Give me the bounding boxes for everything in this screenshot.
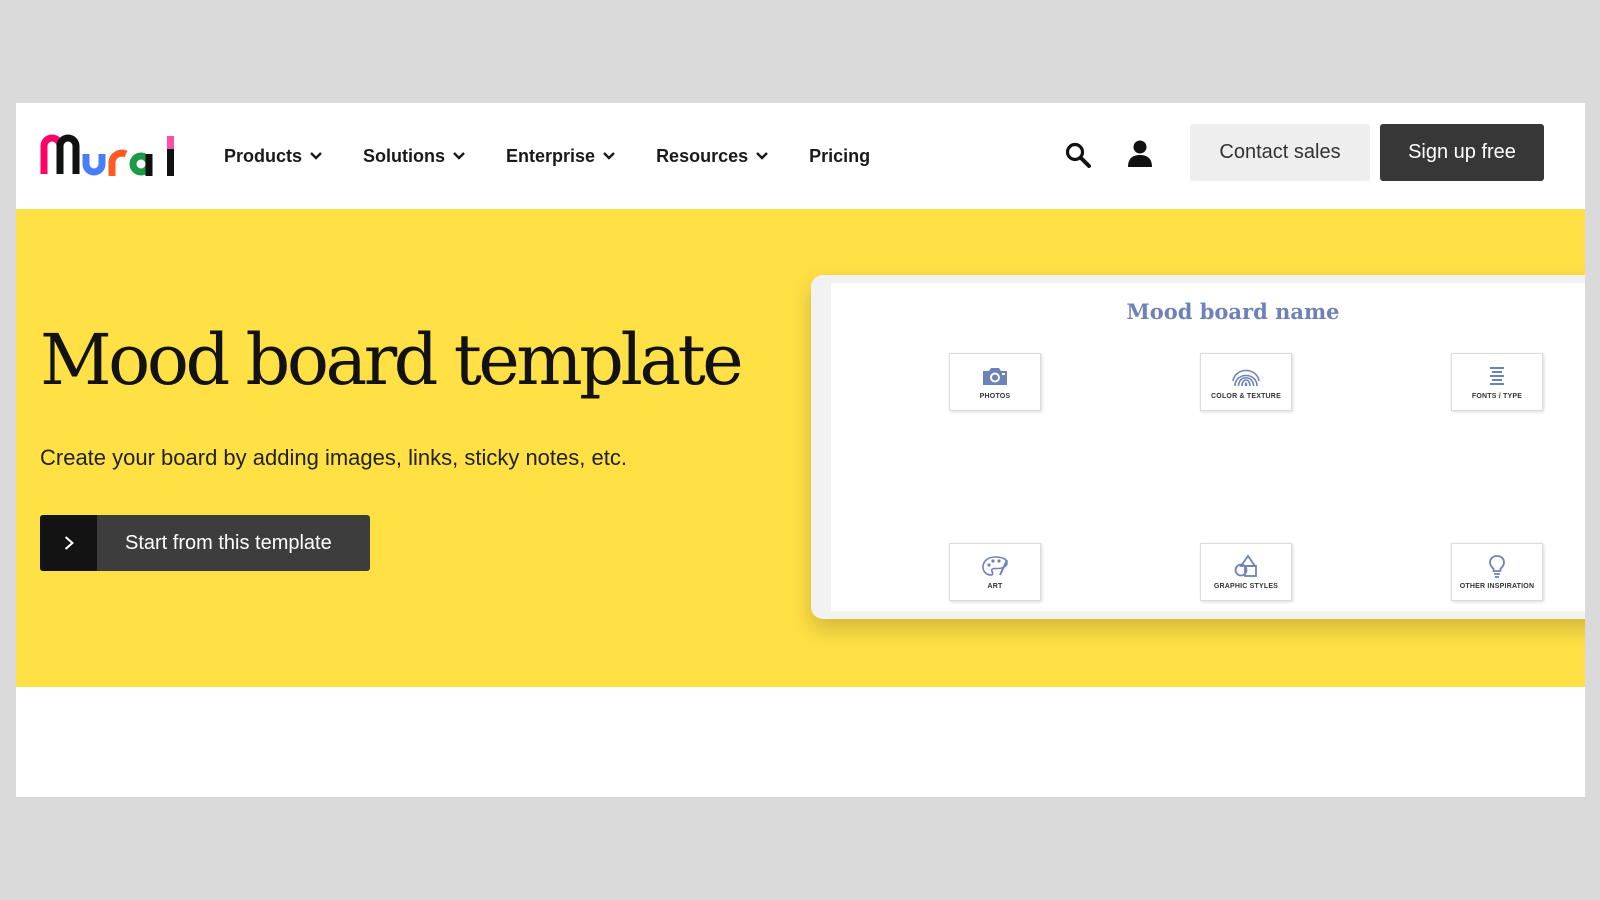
card-other-inspiration: OTHER INSPIRATION xyxy=(1451,543,1543,601)
board-title: Mood board name xyxy=(1126,299,1340,324)
user-icon[interactable] xyxy=(1126,139,1154,169)
card-label: FONTS / TYPE xyxy=(1471,393,1523,400)
card-label: ART xyxy=(987,583,1003,590)
start-from-template-button[interactable]: Start from this template xyxy=(40,515,370,571)
site-header: Products Solutions Enterprise Resources … xyxy=(16,103,1585,209)
camera-icon xyxy=(983,368,1007,385)
mural-logo[interactable] xyxy=(40,132,180,178)
card-graphic-styles: GRAPHIC STYLES xyxy=(1200,543,1292,601)
nav-pricing-label: Pricing xyxy=(809,145,871,166)
nav-products[interactable]: Products xyxy=(224,146,323,167)
cta-arrow-box xyxy=(40,515,97,571)
nav-resources-label: Resources xyxy=(656,145,749,166)
sign-up-free-button[interactable]: Sign up free xyxy=(1380,124,1544,181)
search-icon[interactable] xyxy=(1064,141,1092,169)
card-fonts-type: FONTS / TYPE xyxy=(1451,353,1543,411)
mural-logo-icon xyxy=(40,134,174,176)
main-nav: Products Solutions Enterprise Resources … xyxy=(224,103,870,209)
contact-sales-button[interactable]: Contact sales xyxy=(1190,124,1370,181)
chevron-right-icon xyxy=(64,536,74,550)
nav-solutions-label: Solutions xyxy=(363,145,446,166)
lightbulb-icon xyxy=(1489,555,1505,578)
nav-solutions[interactable]: Solutions xyxy=(363,146,466,167)
card-label: GRAPHIC STYLES xyxy=(1213,583,1279,590)
page-title: Mood board template xyxy=(40,319,744,401)
hero-section: Mood board template Create your board by… xyxy=(16,209,1585,687)
shapes-icon xyxy=(1234,554,1257,577)
nav-enterprise-label: Enterprise xyxy=(506,145,596,166)
palette-icon xyxy=(982,556,1008,576)
chevron-down-icon xyxy=(453,152,465,160)
card-label: OTHER INSPIRATION xyxy=(1459,583,1535,590)
chevron-down-icon xyxy=(310,152,322,160)
nav-resources[interactable]: Resources xyxy=(656,146,769,167)
nav-enterprise[interactable]: Enterprise xyxy=(506,146,616,167)
chevron-down-icon xyxy=(756,152,768,160)
card-label: PHOTOS xyxy=(979,393,1011,400)
card-label: COLOR & TEXTURE xyxy=(1211,393,1281,400)
lines-icon xyxy=(1490,367,1504,385)
chevron-down-icon xyxy=(603,152,615,160)
mood-board-canvas: Mood board name PHOTOS COLOR & TEXTURE F… xyxy=(831,283,1585,611)
page: Products Solutions Enterprise Resources … xyxy=(16,103,1585,797)
cta-label: Start from this template xyxy=(125,531,332,554)
card-photos: PHOTOS xyxy=(949,353,1041,411)
nav-pricing[interactable]: Pricing xyxy=(809,146,870,167)
hero-subtitle: Create your board by adding images, link… xyxy=(40,445,627,470)
fingerprint-icon xyxy=(1232,369,1260,387)
card-art: ART xyxy=(949,543,1041,601)
nav-products-label: Products xyxy=(224,145,303,166)
mood-board-preview: Mood board name PHOTOS COLOR & TEXTURE F… xyxy=(811,275,1585,619)
card-color-texture: COLOR & TEXTURE xyxy=(1200,353,1292,411)
